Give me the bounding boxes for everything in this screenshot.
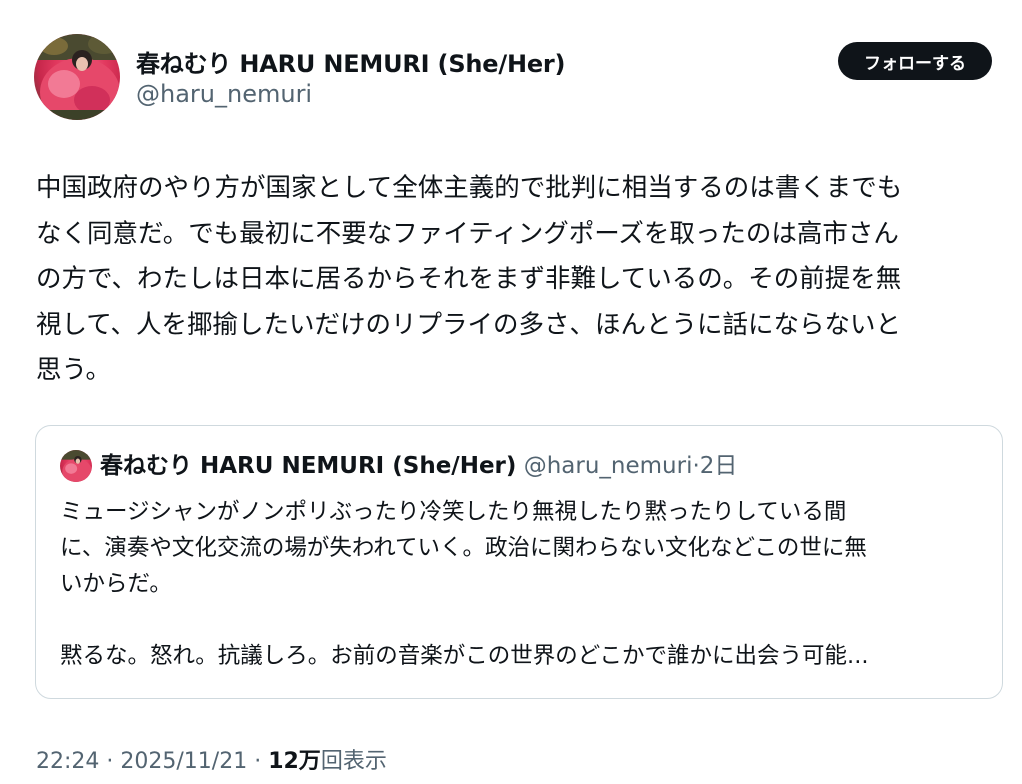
views-label: 回表示 [320, 749, 387, 774]
quote-avatar-image-icon [60, 450, 92, 482]
quoted-author-name[interactable]: 春ねむり HARU NEMURI (She/Her) [100, 453, 516, 479]
quoted-separator: · [692, 453, 700, 479]
quoted-text-line: ミュージシャンがノンポリぶったり冷笑したり無視したり黙ったりしている間 [60, 499, 847, 525]
author-display-name[interactable]: 春ねむり HARU NEMURI (She/Her) [136, 44, 566, 79]
quoted-author-handle[interactable]: @haru_nemuri [524, 453, 693, 479]
tweet-text-line: の方で、わたしは日本に居るからそれをまず非難しているの。その前提を無 [36, 264, 902, 294]
quoted-author-avatar[interactable] [60, 450, 92, 482]
author-avatar[interactable] [34, 34, 120, 120]
quoted-tweet-card[interactable]: 春ねむり HARU NEMURI (She/Her) @haru_nemuri·… [35, 425, 1003, 699]
quoted-text-line: に、演奏や文化交流の場が失われていく。政治に関わらない文化などこの世に無 [60, 535, 867, 561]
quoted-timestamp[interactable]: 2日 [700, 453, 738, 479]
tweet-date[interactable]: 2025/11/21 [120, 749, 247, 774]
meta-separator: · [99, 749, 121, 774]
author-handle[interactable]: @haru_nemuri [136, 80, 312, 108]
follow-button[interactable]: フォローする [838, 42, 992, 80]
views-count: 12万 [268, 749, 321, 774]
quoted-text-line: いからだ。 [60, 571, 172, 597]
meta-separator: · [247, 749, 269, 774]
tweet-container: 春ねむり HARU NEMURI (She/Her) @haru_nemuri … [0, 0, 1022, 784]
tweet-text-line: なく同意だ。でも最初に不要なファイティングポーズを取ったのは高市さん [36, 218, 899, 249]
quoted-tweet-text: ミュージシャンがノンポリぶったり冷笑したり無視したり黙ったりしている間 に、演奏… [60, 494, 990, 674]
avatar-image-icon [34, 34, 120, 120]
tweet-text-line: 中国政府のやり方が国家として全体主義的で批判に相当するのは書くまでも [36, 173, 903, 203]
quoted-text-line [60, 602, 990, 638]
tweet-text-line: 視して、人を揶揄したいだけのリプライの多さ、ほんとうに話にならないと [36, 309, 901, 340]
quoted-text-line: 黙るな。怒れ。抗議しろ。お前の音楽がこの世界のどこかで誰かに出会う可能... [60, 643, 869, 669]
quoted-tweet-header: 春ねむり HARU NEMURI (She/Her) @haru_nemuri·… [100, 450, 737, 482]
tweet-time[interactable]: 22:24 [36, 749, 99, 774]
tweet-text-line: 思う。 [36, 355, 111, 385]
tweet-text: 中国政府のやり方が国家として全体主義的で批判に相当するのは書くまでも なく同意だ… [36, 166, 1002, 394]
tweet-meta: 22:24 · 2025/11/21 · 12万回表示 [36, 743, 387, 775]
